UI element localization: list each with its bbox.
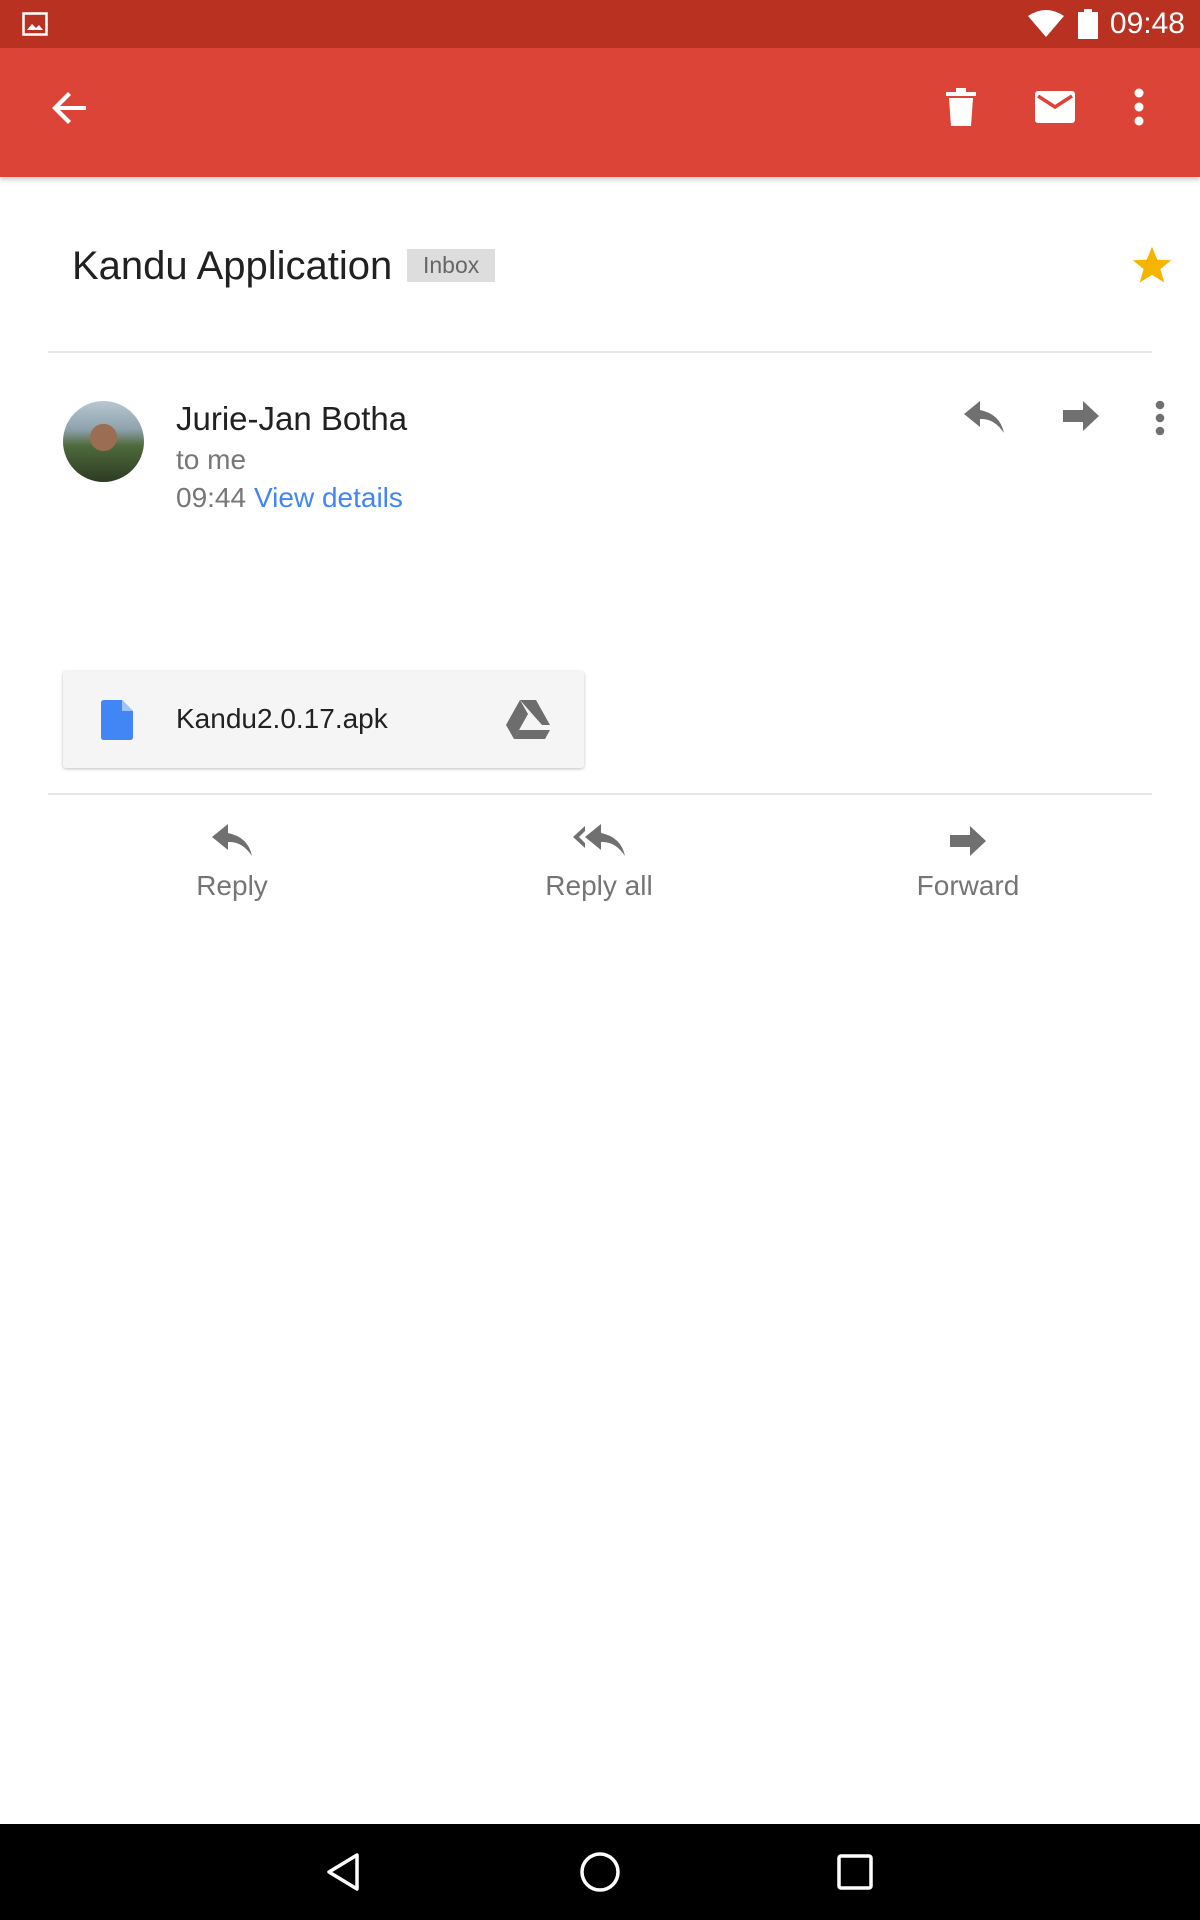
delete-button[interactable] (920, 68, 1000, 148)
more-vert-icon (1155, 400, 1165, 436)
attachment-card[interactable]: Kandu2.0.17.apk (63, 671, 584, 768)
reply-button[interactable]: Reply (102, 820, 362, 920)
more-vert-icon (1134, 88, 1144, 126)
reply-label: Reply (196, 870, 268, 901)
back-button[interactable] (30, 68, 110, 148)
nav-home-button[interactable] (560, 1842, 640, 1902)
reply-icon (964, 401, 1004, 433)
nav-recents-icon (837, 1854, 873, 1890)
mail-icon (1035, 91, 1075, 123)
mark-unread-button[interactable] (1015, 68, 1095, 148)
back-arrow-icon (52, 92, 86, 124)
reply-all-button[interactable]: Reply all (469, 820, 729, 920)
sender-name: Jurie-Jan Botha (176, 400, 408, 437)
save-to-drive-button[interactable] (493, 691, 563, 749)
email-subject: Kandu Application (72, 244, 393, 288)
file-icon (101, 700, 133, 740)
nav-home-icon (580, 1852, 620, 1892)
more-options-button[interactable] (1100, 68, 1180, 148)
nav-back-button[interactable] (305, 1842, 385, 1902)
wifi-icon (1028, 10, 1064, 37)
reply-all-label: Reply all (545, 870, 653, 901)
inbox-label[interactable]: Inbox (407, 249, 496, 282)
attachment-filename: Kandu2.0.17.apk (176, 703, 388, 734)
drive-icon (506, 700, 550, 739)
forward-icon (1063, 401, 1099, 431)
toolbar (0, 48, 1200, 177)
nav-back-icon (327, 1853, 359, 1891)
status-time: 09:48 (1109, 7, 1185, 40)
message-time: 09:44 (176, 482, 247, 513)
navigation-bar (0, 1824, 1200, 1920)
battery-icon (1078, 9, 1098, 39)
message-more-button[interactable] (1140, 393, 1180, 443)
divider (48, 351, 1152, 353)
reply-all-icon (573, 824, 625, 856)
status-bar: 09:48 (0, 0, 1200, 48)
forward-button[interactable]: Forward (838, 820, 1098, 920)
recipient-text: to me (176, 444, 247, 475)
view-details-link[interactable]: View details (254, 480, 403, 516)
star-icon (1132, 246, 1172, 283)
reply-icon (212, 824, 252, 856)
avatar[interactable] (63, 401, 144, 482)
reply-header-button[interactable] (955, 393, 1015, 443)
forward-icon (950, 826, 986, 856)
nav-recents-button[interactable] (815, 1842, 895, 1902)
star-button[interactable] (1118, 237, 1184, 297)
forward-header-button[interactable] (1053, 393, 1113, 443)
forward-label: Forward (916, 870, 1020, 901)
image-notification-icon (22, 12, 48, 36)
delete-icon (946, 88, 976, 126)
divider (48, 793, 1152, 795)
